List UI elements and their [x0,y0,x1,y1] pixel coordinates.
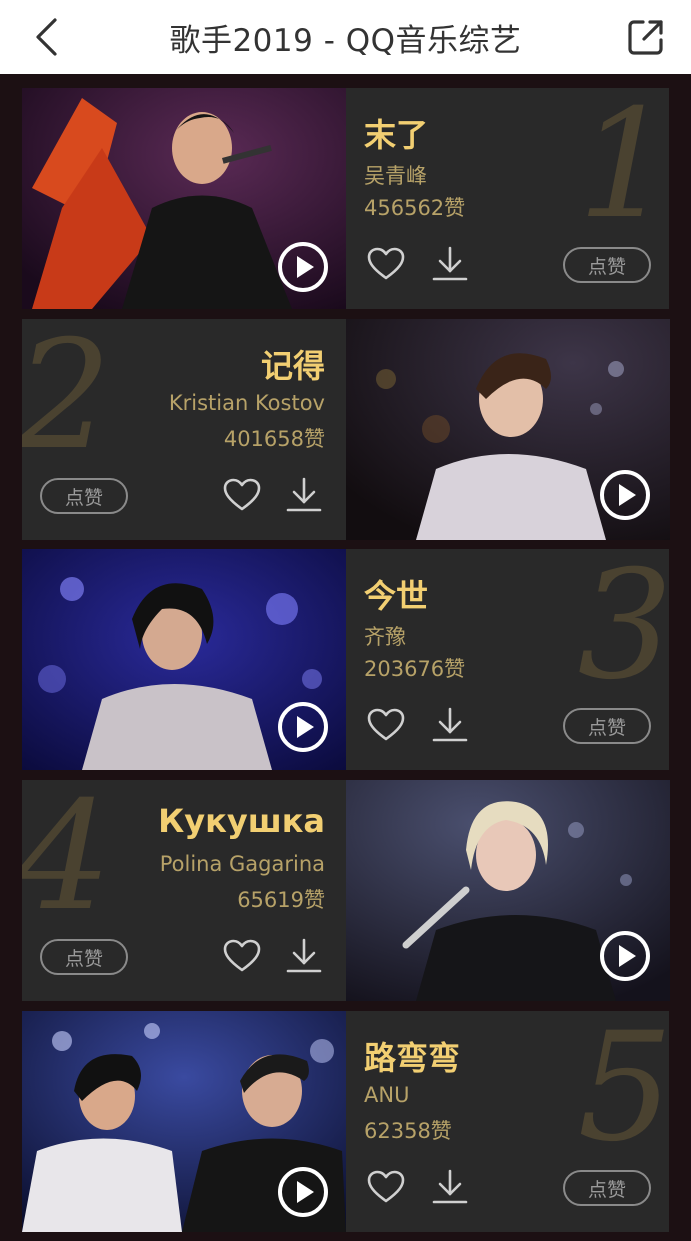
performer-photo[interactable] [22,1011,346,1232]
song-card[interactable]: 1 末了 吴青峰 456562赞 点赞 [22,88,669,309]
vote-button[interactable]: 点赞 [563,708,651,744]
artist-name: Kristian Kostov [168,391,325,415]
download-icon [432,707,468,742]
song-info: 3 今世 齐豫 203676赞 点赞 [346,549,669,770]
favorite-button[interactable] [222,936,262,976]
rank-number: 5 [577,1011,669,1175]
rank-number: 1 [577,88,669,252]
song-info: 2 记得 Kristian Kostov 401658赞 点赞 [22,319,345,540]
vote-button[interactable]: 点赞 [40,478,128,514]
play-icon[interactable] [599,930,651,982]
song-title[interactable]: 末了 [364,110,428,156]
song-card[interactable]: 4 Кукушка Polina Gagarina 65619赞 点赞 [22,780,670,1001]
heart-icon [367,247,405,280]
performer-photo[interactable] [346,780,670,1001]
vote-button[interactable]: 点赞 [40,939,128,975]
favorite-button[interactable] [222,475,262,515]
share-external-icon [628,20,663,55]
play-icon[interactable] [277,241,329,293]
artist-name: Polina Gagarina [159,852,325,876]
rank-number: 2 [22,319,112,483]
song-title[interactable]: Кукушка [158,802,325,840]
song-title[interactable]: 今世 [364,571,428,617]
performer-photo[interactable] [22,88,346,309]
song-card[interactable]: 5 路弯弯 ANU 62358赞 点赞 [22,1011,669,1232]
song-title[interactable]: 记得 [261,341,325,387]
download-button[interactable] [430,705,470,745]
vote-button[interactable]: 点赞 [563,247,651,283]
download-button[interactable] [430,244,470,284]
chevron-left-icon [36,18,57,56]
heart-icon [367,1170,405,1203]
like-count: 65619赞 [237,888,325,912]
favorite-button[interactable] [366,1167,406,1207]
play-icon[interactable] [277,701,329,753]
rank-number: 3 [577,549,669,713]
play-icon[interactable] [599,469,651,521]
artist-name: 吴青峰 [364,164,427,188]
like-count: 456562赞 [364,196,466,220]
like-count: 62358赞 [364,1119,452,1143]
download-icon [286,938,322,973]
rank-number: 4 [22,780,112,944]
download-icon [286,477,322,512]
download-button[interactable] [430,1167,470,1207]
download-button[interactable] [284,936,324,976]
back-button[interactable] [26,14,66,60]
song-title[interactable]: 路弯弯 [364,1033,460,1079]
share-button[interactable] [623,14,669,60]
song-ranking-list: 1 末了 吴青峰 456562赞 点赞 2 记得 Kristian Kostov… [0,74,691,1241]
heart-icon [223,478,261,511]
play-icon[interactable] [277,1166,329,1218]
performer-photo[interactable] [346,319,670,540]
performer-photo[interactable] [22,549,346,770]
page-title: 歌手2019 - QQ音乐综艺 [169,22,522,59]
like-count: 203676赞 [364,657,466,681]
song-info: 5 路弯弯 ANU 62358赞 点赞 [346,1011,669,1232]
favorite-button[interactable] [366,705,406,745]
artist-name: ANU [364,1083,410,1107]
vote-button[interactable]: 点赞 [563,1170,651,1206]
favorite-button[interactable] [366,244,406,284]
like-count: 401658赞 [223,427,325,451]
download-icon [432,1169,468,1204]
top-navigation-bar: 歌手2019 - QQ音乐综艺 [0,0,691,74]
download-icon [432,246,468,281]
song-card[interactable]: 2 记得 Kristian Kostov 401658赞 点赞 [22,319,670,540]
artist-name: 齐豫 [364,625,406,649]
heart-icon [223,939,261,972]
download-button[interactable] [284,475,324,515]
song-card[interactable]: 3 今世 齐豫 203676赞 点赞 [22,549,669,770]
heart-icon [367,708,405,741]
song-info: 1 末了 吴青峰 456562赞 点赞 [346,88,669,309]
song-info: 4 Кукушка Polina Gagarina 65619赞 点赞 [22,780,345,1001]
